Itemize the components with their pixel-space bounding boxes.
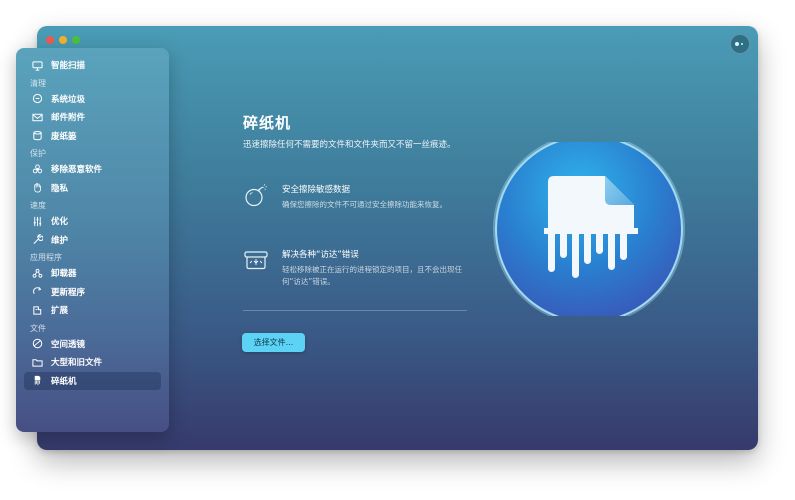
folder-icon	[31, 356, 43, 368]
sidebar-item-label: 系统垃圾	[51, 94, 86, 105]
sidebar-item-privacy[interactable]: 隐私	[16, 179, 169, 198]
page-title: 碎纸机	[243, 114, 292, 132]
close-window-button[interactable]	[46, 36, 54, 44]
sidebar-section-header: 文件	[30, 323, 46, 333]
sidebar-item-large-old-files[interactable]: 大型和旧文件	[16, 353, 169, 372]
choose-files-button[interactable]: 选择文件...	[242, 333, 305, 352]
sidebar-item-label: 空间透镜	[51, 339, 86, 350]
sidebar-item-label: 维护	[51, 235, 69, 246]
lens-icon	[31, 338, 43, 350]
assistant-button[interactable]	[730, 34, 750, 54]
feature-text: 确保您擦除的文件不可通过安全擦除功能来恢复。	[282, 200, 447, 209]
uninstaller-icon	[31, 267, 43, 279]
bin-icon	[31, 130, 43, 142]
content-divider	[243, 310, 467, 311]
biohazard-icon	[31, 163, 43, 175]
sidebar-item-label: 隐私	[51, 183, 69, 194]
wrench-icon	[31, 234, 43, 246]
sidebar-item-system-junk[interactable]: 系统垃圾	[16, 90, 169, 109]
minimize-window-button[interactable]	[59, 36, 67, 44]
sidebar-item-label: 移除恶意软件	[51, 165, 103, 176]
sidebar-item-label: 碎纸机	[51, 376, 77, 387]
sliders-icon	[31, 215, 43, 227]
page-description: 迅速擦除任何不需要的文件和文件夹而又不留一丝痕迹。	[243, 140, 456, 150]
hand-icon	[31, 182, 43, 194]
sidebar-item-label: 卸载器	[51, 269, 77, 280]
assistant-dot-small-icon	[740, 43, 743, 45]
sidebar-item-trash[interactable]: 废纸篓	[16, 127, 169, 146]
sidebar-item-optimization[interactable]: 优化	[16, 212, 169, 231]
sidebar-item-label: 智能扫描	[51, 61, 86, 72]
box-icon	[243, 247, 269, 273]
sidebar-item-label: 扩展	[51, 306, 69, 317]
sidebar-item-extensions[interactable]: 扩展	[16, 301, 169, 320]
sidebar-item-label: 废纸篓	[51, 131, 77, 142]
shredder-icon	[31, 375, 43, 387]
monitor-icon	[31, 59, 43, 71]
feature-text: 轻松移除被正在运行的进程锁定的项目，且不会出现任何“访达”错误。	[282, 265, 462, 286]
maximize-window-button[interactable]	[72, 36, 80, 44]
sidebar-item-label: 邮件附件	[51, 113, 86, 124]
sidebar-item-label: 大型和旧文件	[51, 358, 103, 369]
extension-icon	[31, 304, 43, 316]
sidebar-section-header: 清理	[30, 78, 46, 88]
sidebar-item-label: 更新程序	[51, 287, 86, 298]
sidebar-item-updater[interactable]: 更新程序	[16, 283, 169, 302]
bomb-icon	[243, 182, 269, 208]
trash-bin-icon	[31, 93, 43, 105]
sidebar-section-header: 速度	[30, 201, 46, 210]
sidebar-section-header: 保护	[30, 149, 46, 158]
sidebar-item-maintenance[interactable]: 维护	[16, 231, 169, 250]
sidebar-item-space-lens[interactable]: 空间透镜	[16, 335, 169, 354]
assistant-dot-icon	[734, 42, 739, 46]
sidebar-item-smart-scan[interactable]: 智能扫描	[16, 56, 169, 75]
sidebar-item-mail-attachments[interactable]: 邮件附件	[16, 108, 169, 127]
sidebar: 智能扫描 清理 系统垃圾 邮件附件 废纸篓 保护 移除恶意软件 隐私 速度 优化…	[16, 48, 169, 432]
envelope-icon	[31, 111, 43, 123]
update-icon	[31, 286, 43, 298]
sidebar-item-malware-removal[interactable]: 移除恶意软件	[16, 160, 169, 179]
feature-title: 解决各种“访达”错误	[282, 250, 359, 260]
feature-title: 安全擦除敏感数据	[282, 185, 351, 195]
shredder-hero-icon	[492, 133, 686, 325]
sidebar-item-uninstaller[interactable]: 卸载器	[16, 264, 169, 283]
sidebar-item-label: 优化	[51, 217, 69, 228]
sidebar-section-header: 应用程序	[30, 253, 62, 262]
sidebar-item-shredder[interactable]: 碎纸机	[24, 371, 161, 390]
